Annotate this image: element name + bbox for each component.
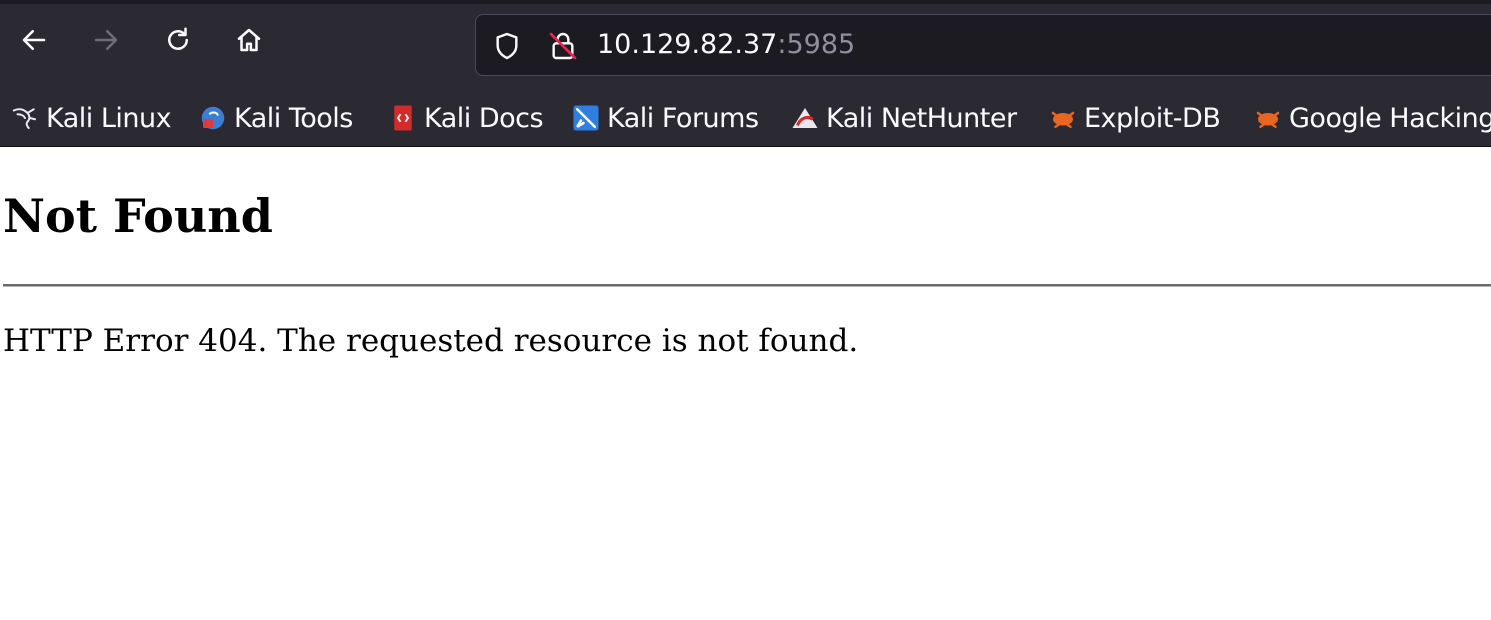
bookmark-exploit-db[interactable]: Exploit-DB [1046,98,1221,138]
kali-forums-icon [569,101,603,135]
navigation-toolbar: 10.129.82.37:5985 [0,0,1491,90]
site-security-button[interactable] [546,29,580,63]
kali-dragon-icon [8,101,42,135]
insecure-lock-icon [549,32,577,60]
bookmark-label: Kali NetHunter [826,102,1017,134]
kali-nethunter-icon [788,101,822,135]
bookmark-google-hacking[interactable]: Google Hacking [1251,98,1491,138]
horizontal-rule [3,284,1491,287]
bookmark-label: Exploit-DB [1084,102,1221,134]
reload-icon [168,27,188,50]
url-text[interactable]: 10.129.82.37:5985 [597,27,855,63]
back-button[interactable] [12,18,56,62]
bookmark-label: Kali Forums [607,102,759,134]
bookmark-label: Google Hacking [1289,102,1491,134]
bookmark-kali-nethunter[interactable]: Kali NetHunter [788,98,1017,138]
home-button[interactable] [227,18,271,62]
tracking-protection-button[interactable] [490,29,524,63]
page-content: Not Found HTTP Error 404. The requested … [0,148,1491,620]
error-message: HTTP Error 404. The requested resource i… [3,323,859,359]
google-hacking-db-icon [1251,101,1285,135]
exploit-db-icon [1046,101,1080,135]
bookmark-kali-linux[interactable]: Kali Linux [8,98,172,138]
kali-docs-icon [386,101,420,135]
reload-button[interactable] [156,18,200,62]
forward-button[interactable] [84,18,128,62]
bookmark-label: Kali Linux [46,102,172,134]
home-icon [237,28,261,52]
bookmark-kali-forums[interactable]: Kali Forums [569,98,759,138]
bookmark-kali-docs[interactable]: Kali Docs [386,98,544,138]
address-bar[interactable]: 10.129.82.37:5985 [475,14,1491,76]
bookmark-label: Kali Docs [424,102,544,134]
forward-arrow-icon [94,30,118,50]
bookmark-label: Kali Tools [234,102,353,134]
back-arrow-icon [22,30,46,50]
url-port: :5985 [777,29,856,60]
page-title: Not Found [3,189,273,243]
url-host: 10.129.82.37 [597,29,778,60]
kali-tools-icon [196,101,230,135]
bookmarks-toolbar: Kali Linux Kali Tools Kali Docs Kali For… [0,90,1491,147]
tracking-protection-shield-icon [496,32,518,60]
bookmark-kali-tools[interactable]: Kali Tools [196,98,353,138]
browser-window: 10.129.82.37:5985 Kali Linux Kali Tools [0,0,1491,620]
